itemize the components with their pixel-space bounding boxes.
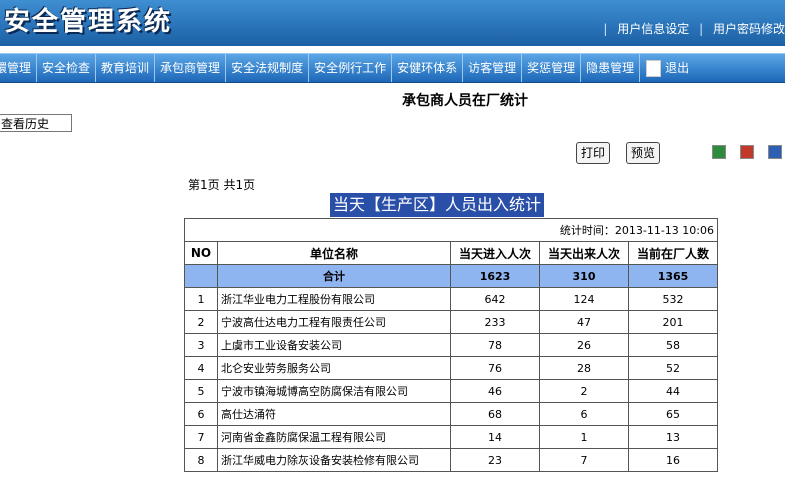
preview-button[interactable]: 预览	[626, 142, 661, 164]
total-label: 合计	[217, 264, 451, 288]
table-row: 4 北仑安业劳务服务公司 76 28 52	[184, 356, 718, 380]
table-row: 8 浙江华威电力除灰设备安装检修有限公司 23 7 16	[184, 448, 718, 472]
nav-item-regulations[interactable]: 安全法规制度	[226, 54, 310, 82]
stat-time: 统计时间：2013-11-13 10:06	[184, 218, 718, 242]
app-header: 安全管理系统 | 用户信息设定 | 用户密码修改	[0, 0, 785, 46]
word-export-icon[interactable]	[768, 145, 782, 159]
table-row: 1 浙江华业电力工程股份有限公司 642 124 532	[184, 287, 718, 311]
top-links: | 用户信息设定 | 用户密码修改	[603, 22, 785, 36]
nav-item-hazard[interactable]: 隐患管理	[581, 54, 641, 82]
col-current: 当前在厂人数	[628, 241, 718, 265]
history-button[interactable]: 查看历史	[0, 114, 72, 132]
total-in: 1623	[450, 264, 540, 288]
nav-item-routine[interactable]: 安全例行工作	[309, 54, 393, 82]
report-title: 当天【生产区】人员出入统计	[330, 193, 545, 217]
table-row: 2 宁波高仕达电力工程有限责任公司 233 47 201	[184, 310, 718, 334]
table-row: 6 高仕达涌符 68 6 65	[184, 402, 718, 426]
app-title: 安全管理系统	[4, 7, 173, 37]
col-unit-name: 单位名称	[217, 241, 451, 265]
table-row: 5 宁波市镇海城博高空防腐保洁有限公司 46 2 44	[184, 379, 718, 403]
pdf-export-icon[interactable]	[740, 145, 754, 159]
page-info: 第1页 共1页	[188, 178, 256, 192]
main-nav: 環管理安全检查教育培训承包商管理安全法规制度安全例行工作安健环体系访客管理奖惩管…	[0, 53, 785, 83]
nav-item-rewards[interactable]: 奖惩管理	[522, 54, 582, 82]
report-table: 统计时间：2013-11-13 10:06 NO 单位名称 当天进入人次 当天出…	[184, 218, 718, 472]
table-row: 7 河南省金鑫防腐保温工程有限公司 14 1 13	[184, 425, 718, 449]
nav-item-training[interactable]: 教育培训	[96, 54, 156, 82]
col-in-today: 当天进入人次	[450, 241, 540, 265]
logout-icon	[646, 60, 662, 77]
total-row: 合计 1623 310 1365	[184, 264, 718, 288]
nav-item-contractor[interactable]: 承包商管理	[155, 54, 227, 82]
table-row: 3 上虞市工业设备安装公司 78 26 58	[184, 333, 718, 357]
col-no: NO	[184, 241, 218, 265]
user-info-link[interactable]: 用户信息设定	[617, 22, 689, 36]
page-title: 承包商人员在厂统计	[402, 93, 528, 109]
nav-item-env[interactable]: 環管理	[0, 54, 38, 82]
nav-item-system[interactable]: 安健环体系	[392, 54, 464, 82]
change-password-link[interactable]: 用户密码修改	[713, 22, 785, 36]
total-out: 310	[539, 264, 629, 288]
table-header: NO 单位名称 当天进入人次 当天出来人次 当前在厂人数	[184, 241, 718, 265]
logout-label: 退出	[665, 61, 690, 75]
nav-item-safety-check[interactable]: 安全检查	[37, 54, 97, 82]
total-current: 1365	[628, 264, 718, 288]
nav-item-visitor[interactable]: 访客管理	[463, 54, 523, 82]
excel-export-icon[interactable]	[712, 145, 726, 159]
print-button[interactable]: 打印	[576, 142, 611, 164]
logout-button[interactable]: 退出	[640, 54, 689, 82]
col-out-today: 当天出来人次	[539, 241, 629, 265]
